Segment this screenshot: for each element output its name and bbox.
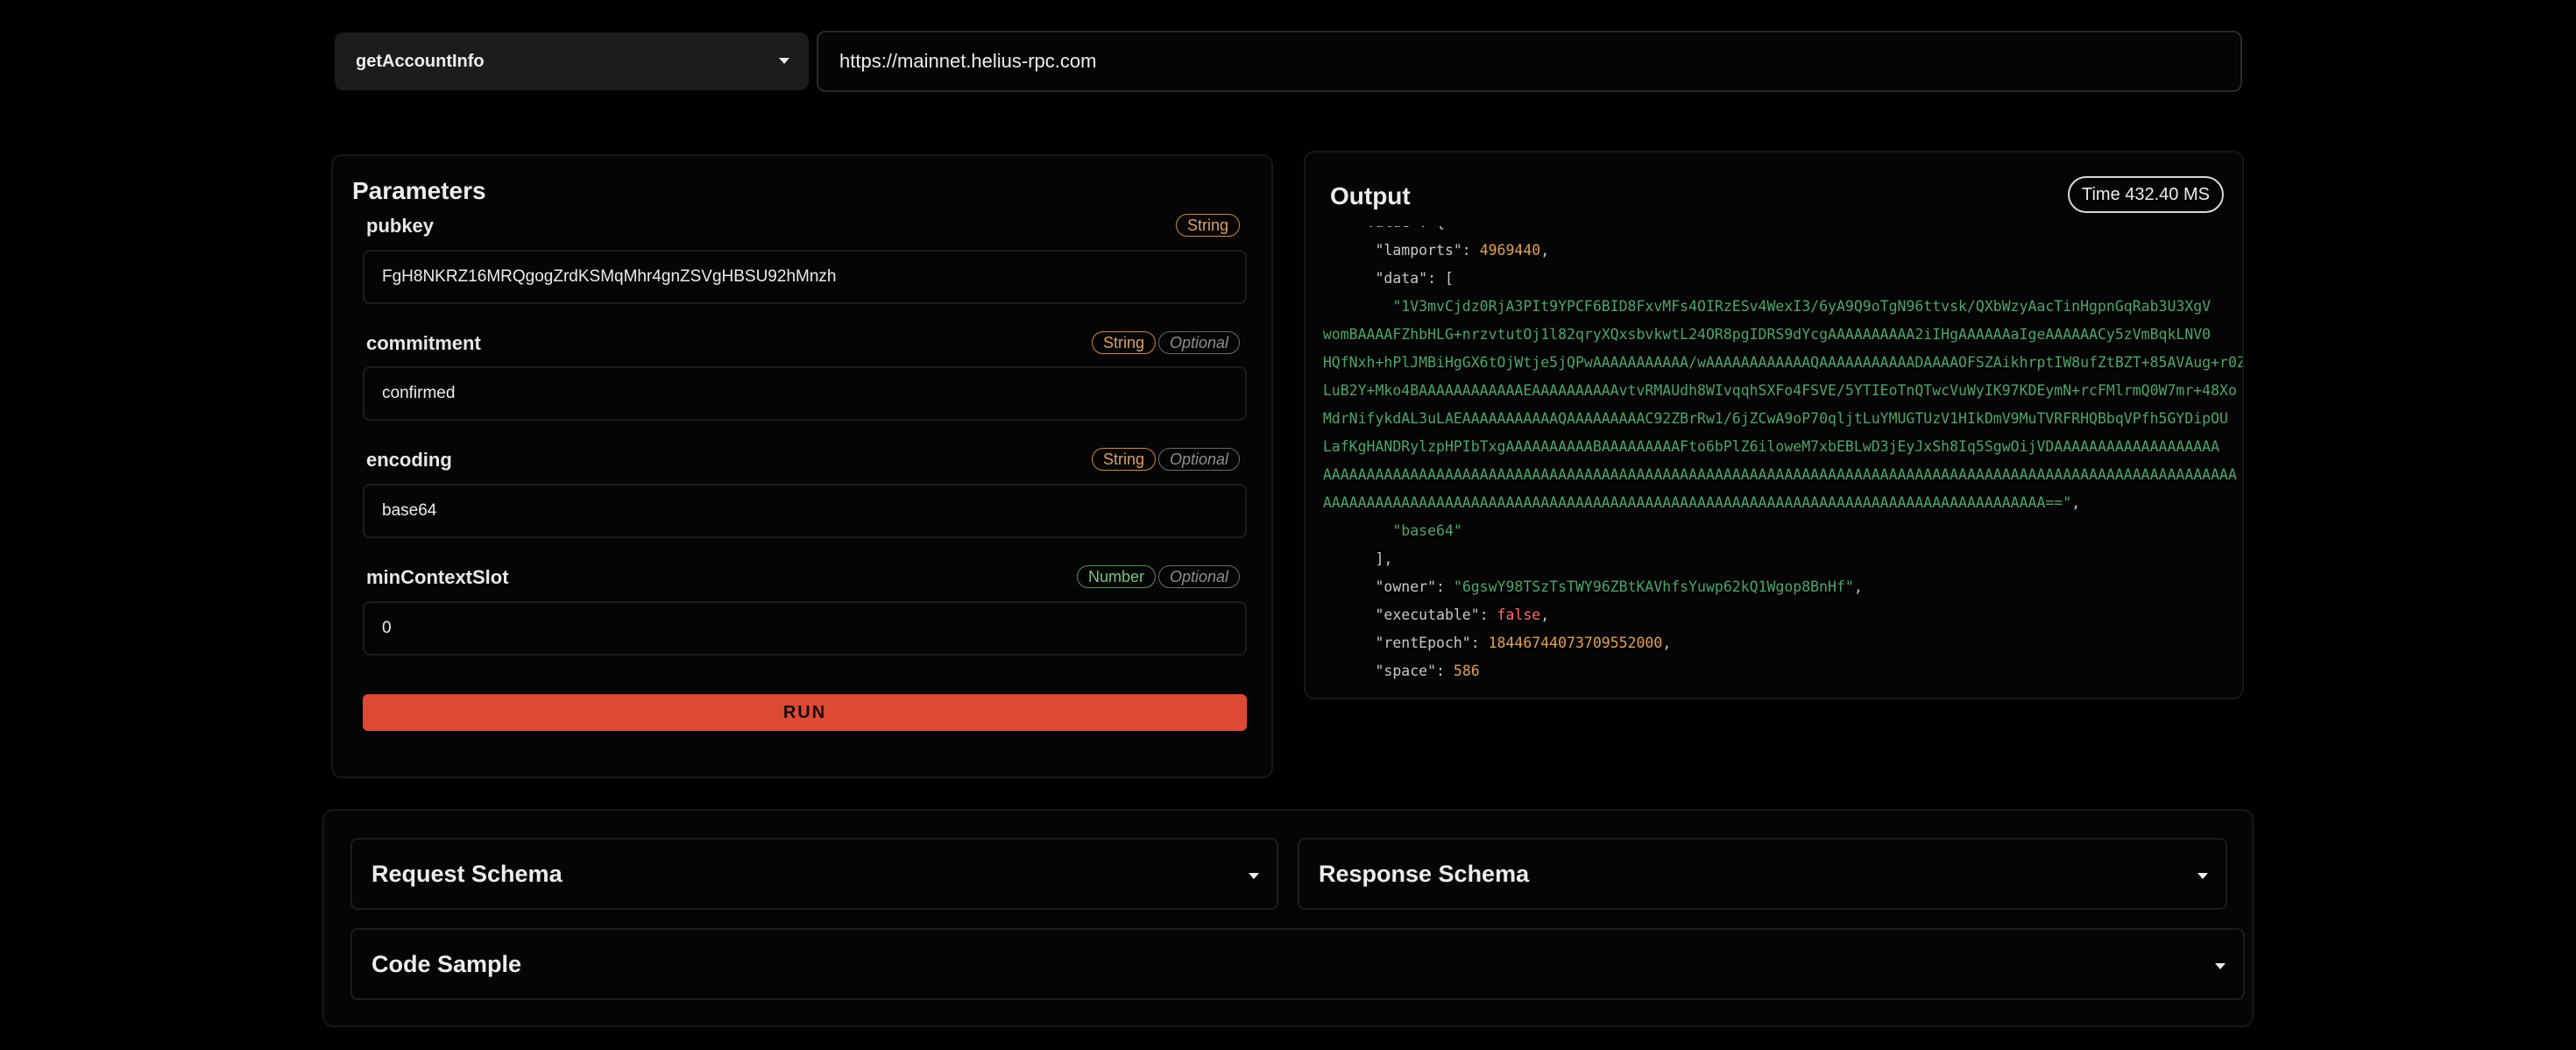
code-sample-accordion[interactable]: Code Sample — [350, 928, 2245, 1000]
request-schema-accordion[interactable]: Request Schema — [350, 838, 1278, 910]
response-schema-title: Response Schema — [1319, 860, 1530, 887]
json-output-line: ], — [1306, 545, 2242, 573]
schema-section: Request Schema Response Schema Code Samp… — [322, 809, 2254, 1027]
json-output-line: "value": { — [1306, 226, 2242, 237]
param-label-commitment: commitment — [366, 332, 481, 354]
json-token: , — [1662, 635, 1672, 651]
json-token: , — [1853, 578, 1863, 595]
param-label-encoding: encoding — [366, 449, 452, 471]
param-label-min-context-slot: minContextSlot — [366, 566, 509, 588]
json-token: LuB2Y+Mko4BAAAAAAAAAAAAEAAAAAAAAAAvtvRMA… — [1306, 382, 2237, 399]
json-output-line: "owner": "6gswY98TSzTsTWY96ZBtKAVhfsYuwp… — [1306, 573, 2242, 601]
encoding-input[interactable] — [363, 484, 1247, 538]
json-token: "owner": — [1306, 578, 1454, 595]
json-token: false — [1497, 607, 1541, 623]
param-label-pubkey: pubkey — [366, 215, 435, 237]
optional-badge-min-context-slot: Optional — [1157, 565, 1240, 588]
json-token: "6gswY98TSzTsTWY96ZBtKAVhfsYuwp62kQ1Wgop… — [1453, 578, 1854, 595]
json-output-content: "value": { "lamports": 4969440, "data": … — [1306, 226, 2244, 682]
code-sample-title: Code Sample — [372, 950, 522, 977]
json-token: AAAAAAAAAAAAAAAAAAAAAAAAAAAAAAAAAAAAAAAA… — [1306, 466, 2237, 483]
json-token: MdrNifykdAL3uLAEAAAAAAAAAAAQAAAAAAAAAC92… — [1306, 410, 2228, 427]
json-token: "value": { — [1306, 226, 1445, 231]
json-output-line: "base64" — [1306, 517, 2242, 545]
json-token: , — [1540, 242, 1550, 259]
json-token: "executable": — [1306, 607, 1497, 623]
chevron-down-icon — [779, 58, 789, 64]
output-panel: Output Time 432.40 MS "value": { "lampor… — [1304, 151, 2244, 699]
json-output-line: "executable": false, — [1306, 601, 2242, 629]
json-token: "space": — [1306, 663, 1454, 679]
type-badge-pubkey: String — [1175, 214, 1240, 237]
json-token: ], — [1306, 550, 1393, 567]
rpc-url-input[interactable] — [817, 31, 2242, 92]
chevron-down-icon — [2197, 873, 2208, 879]
pubkey-input[interactable] — [363, 250, 1247, 304]
json-output-line: MdrNifykdAL3uLAEAAAAAAAAAAAQAAAAAAAAAC92… — [1306, 405, 2242, 433]
run-button[interactable]: RUN — [363, 694, 1247, 731]
json-token: , — [2071, 494, 2081, 511]
request-schema-title: Request Schema — [372, 860, 563, 887]
json-token: 586 — [1453, 663, 1480, 679]
json-output-line: LafKgHANDRylzpHPIbTxgAAAAAAAAAABAAAAAAAA… — [1306, 433, 2242, 461]
json-token: "lamports": — [1306, 242, 1480, 259]
method-select-label: getAccountInfo — [356, 51, 485, 71]
json-token: "1V3mvCjdz0RjA3PIt9YPCF6BID8FxvMFs4OIRzE… — [1306, 298, 2212, 315]
method-select[interactable]: getAccountInfo — [335, 32, 809, 90]
optional-badge-encoding: Optional — [1157, 448, 1240, 471]
commitment-input[interactable] — [363, 366, 1247, 421]
json-output-line: LuB2Y+Mko4BAAAAAAAAAAAAEAAAAAAAAAAvtvRMA… — [1306, 377, 2242, 405]
type-badge-encoding: String — [1091, 448, 1156, 471]
json-output-line: AAAAAAAAAAAAAAAAAAAAAAAAAAAAAAAAAAAAAAAA… — [1306, 489, 2242, 517]
json-token: "base64" — [1306, 522, 1462, 539]
json-output-line: "rentEpoch": 18446744073709552000, — [1306, 629, 2242, 657]
output-title: Output — [1330, 182, 1411, 209]
optional-badge-commitment: Optional — [1157, 331, 1240, 354]
json-output-line: "lamports": 4969440, — [1306, 237, 2242, 265]
json-output-line: "space": 586 — [1306, 657, 2242, 682]
time-badge: Time 432.40 MS — [2068, 176, 2224, 213]
type-badge-min-context-slot: Number — [1076, 565, 1156, 588]
chevron-down-icon — [1249, 873, 1259, 879]
app-root: getAccountInfo Parameters pubkey String … — [0, 0, 2576, 1050]
chevron-down-icon — [2215, 963, 2226, 969]
json-token: 4969440 — [1479, 242, 1541, 259]
json-token: HQfNxh+hPlJMBiHgGX6tOjWtje5jQPwAAAAAAAAA… — [1306, 354, 2244, 371]
parameters-panel: Parameters pubkey String commitment Stri… — [331, 154, 1273, 778]
json-output-line: "data": [ — [1306, 265, 2242, 293]
json-token: 18446744073709552000 — [1488, 635, 1663, 651]
json-output-line: AAAAAAAAAAAAAAAAAAAAAAAAAAAAAAAAAAAAAAAA… — [1306, 461, 2242, 489]
json-output-line: HQfNxh+hPlJMBiHgGX6tOjWtje5jQPwAAAAAAAAA… — [1306, 349, 2244, 377]
json-token: LafKgHANDRylzpHPIbTxgAAAAAAAAAABAAAAAAAA… — [1306, 438, 2220, 455]
min-context-slot-input[interactable] — [363, 601, 1247, 656]
json-token: "rentEpoch": — [1306, 635, 1489, 651]
parameters-title: Parameters — [352, 177, 486, 204]
json-token: AAAAAAAAAAAAAAAAAAAAAAAAAAAAAAAAAAAAAAAA… — [1306, 494, 2072, 511]
json-output-view[interactable]: "value": { "lamports": 4969440, "data": … — [1306, 226, 2244, 682]
type-badge-commitment: String — [1091, 331, 1156, 354]
json-token: , — [1540, 607, 1550, 623]
json-token: womBAAAAFZhbHLG+nrzvtutOj1l82qryXQxsbvkw… — [1306, 326, 2212, 343]
json-output-line: "1V3mvCjdz0RjA3PIt9YPCF6BID8FxvMFs4OIRzE… — [1306, 293, 2242, 321]
json-token: "data": [ — [1306, 270, 1454, 287]
json-output-line: womBAAAAFZhbHLG+nrzvtutOj1l82qryXQxsbvkw… — [1306, 321, 2242, 349]
response-schema-accordion[interactable]: Response Schema — [1298, 838, 2227, 910]
